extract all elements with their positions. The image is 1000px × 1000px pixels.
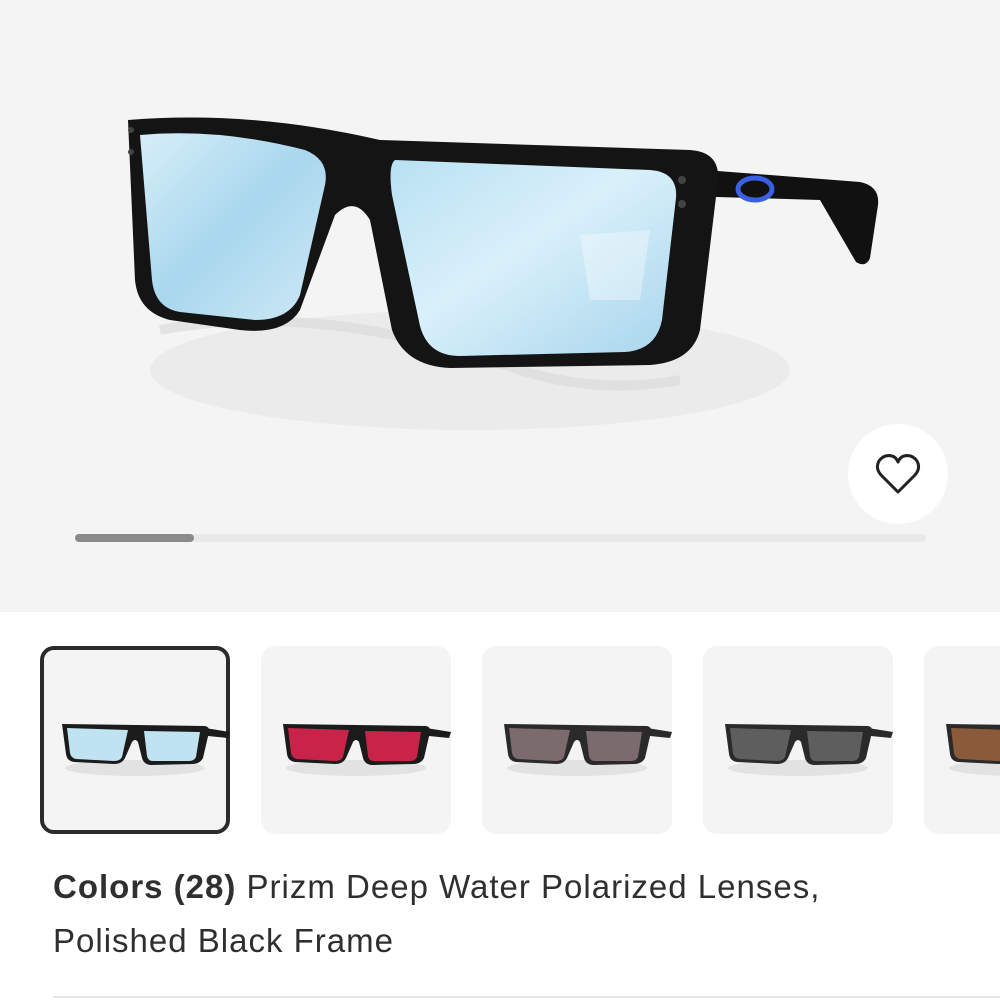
color-swatch-5[interactable] [924, 646, 1000, 834]
product-color-description: Colors (28) Prizm Deep Water Polarized L… [53, 860, 953, 968]
swatch-sunglasses-image [62, 724, 230, 776]
swatch-sunglasses-image [283, 724, 451, 776]
color-swatch-4[interactable] [703, 646, 893, 834]
heart-outline-icon [875, 454, 921, 494]
swatch-sunglasses-image [504, 724, 672, 776]
color-swatch-2[interactable] [261, 646, 451, 834]
color-swatch-list [0, 646, 1000, 836]
favorite-button[interactable] [848, 424, 948, 524]
gallery-scrollbar[interactable] [75, 534, 926, 542]
product-image-gallery[interactable] [0, 0, 1000, 612]
colors-count-label: Colors (28) [53, 868, 237, 905]
divider [53, 996, 1000, 998]
product-image [128, 117, 879, 430]
gallery-scrollbar-thumb[interactable] [75, 534, 195, 542]
swatch-sunglasses-image [946, 724, 1000, 776]
color-swatch-1[interactable] [40, 646, 230, 834]
color-swatch-3[interactable] [482, 646, 672, 834]
swatch-sunglasses-image [725, 724, 893, 776]
